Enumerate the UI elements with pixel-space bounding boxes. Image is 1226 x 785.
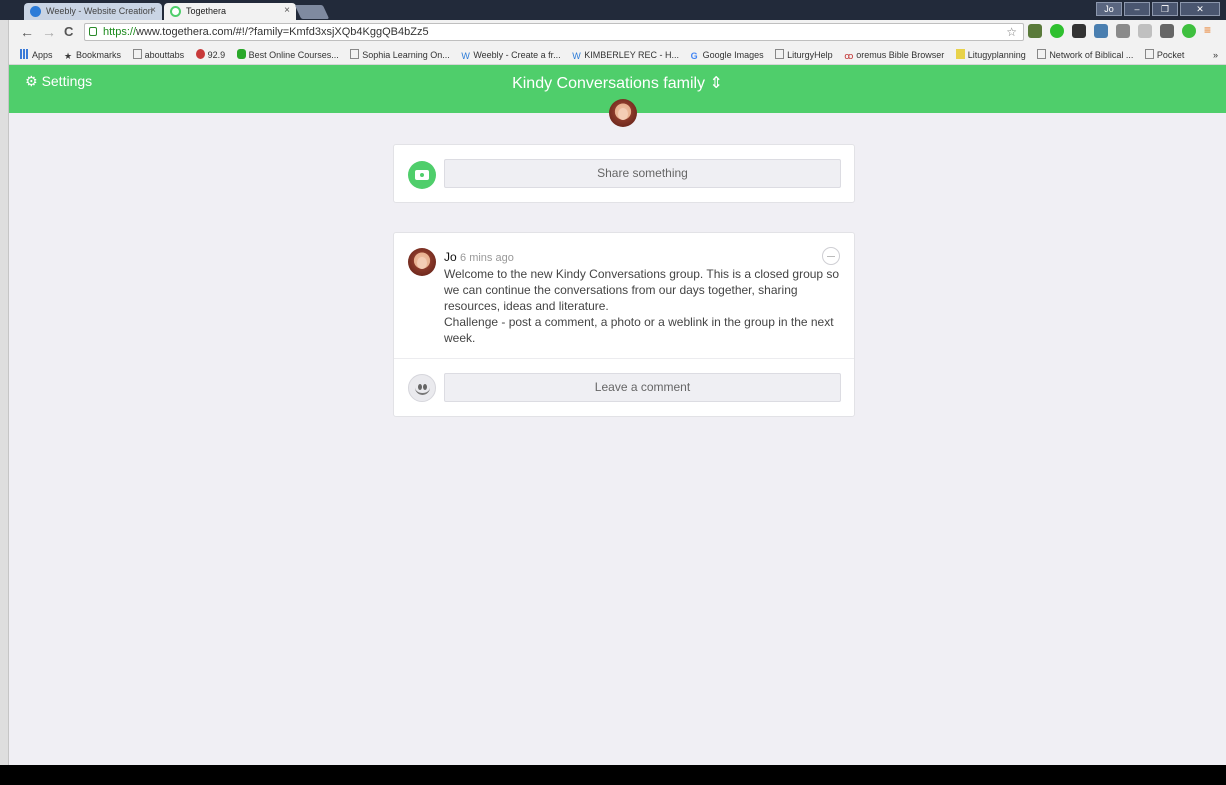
extension-icon[interactable] bbox=[1072, 24, 1086, 38]
bookmark-pocket[interactable]: Pocket bbox=[1144, 46, 1184, 64]
new-tab-button[interactable] bbox=[294, 5, 330, 19]
smiley-icon bbox=[408, 374, 436, 402]
bookmark-sophia[interactable]: Sophia Learning On... bbox=[350, 46, 450, 64]
bookmark-abouttabs[interactable]: abouttabs bbox=[132, 46, 184, 64]
bookmark-litugyplanning[interactable]: Litugyplanning bbox=[955, 46, 1026, 64]
weebly-favicon-icon bbox=[30, 6, 41, 17]
post-content: Jo 6 mins ago Welcome to the new Kindy C… bbox=[444, 249, 844, 346]
post-timestamp: 6 mins ago bbox=[460, 252, 514, 264]
share-composer: Share something bbox=[393, 144, 855, 203]
post-options-button[interactable] bbox=[822, 247, 840, 265]
family-selector[interactable]: Kindy Conversations family ⇕ bbox=[9, 73, 1226, 93]
share-input[interactable]: Share something bbox=[444, 159, 841, 188]
back-button[interactable]: ← bbox=[20, 24, 34, 40]
bookmark-online-courses[interactable]: Best Online Courses... bbox=[236, 46, 339, 64]
url-scheme: https:// bbox=[103, 26, 137, 38]
comment-input[interactable]: Leave a comment bbox=[444, 373, 841, 402]
bookmark-929[interactable]: 92.9 bbox=[195, 46, 225, 64]
bookmark-bookmarks[interactable]: ★ Bookmarks bbox=[64, 46, 121, 64]
avatar[interactable] bbox=[609, 99, 637, 127]
browser-tab-strip: Weebly - Website Creation × Togethera × … bbox=[0, 0, 1226, 20]
maximize-button[interactable]: ❐ bbox=[1152, 2, 1178, 16]
url-text: www.togethera.com/#!/?family=Kmfd3xsjXQb… bbox=[136, 26, 429, 38]
tab-weebly[interactable]: Weebly - Website Creation × bbox=[24, 3, 162, 20]
bookmark-apps[interactable]: Apps bbox=[20, 46, 53, 64]
taskbar bbox=[0, 765, 1226, 785]
forward-button[interactable]: → bbox=[42, 24, 56, 40]
tab-title: Togethera bbox=[186, 6, 227, 16]
close-window-button[interactable]: ✕ bbox=[1180, 2, 1220, 16]
reload-button[interactable]: C bbox=[64, 24, 73, 39]
avatar[interactable] bbox=[408, 248, 436, 276]
left-side-panel bbox=[0, 20, 9, 765]
extension-icon[interactable] bbox=[1138, 24, 1152, 38]
bookmarks-bar: Apps ★ Bookmarks abouttabs 92.9 Best Onli… bbox=[0, 46, 1226, 65]
extension-icon[interactable] bbox=[1094, 24, 1108, 38]
bookmarks-overflow-button[interactable]: » bbox=[1213, 46, 1218, 64]
bookmark-kimberley[interactable]: W KIMBERLEY REC - H... bbox=[572, 46, 679, 64]
bookmark-google-images[interactable]: G Google Images bbox=[691, 46, 764, 64]
profile-button[interactable]: Jo bbox=[1096, 2, 1122, 16]
extension-icon[interactable] bbox=[1028, 24, 1042, 38]
address-bar[interactable]: https://www.togethera.com/#!/?family=Kmf… bbox=[84, 23, 1024, 41]
bookmark-liturgyhelp[interactable]: LiturgyHelp bbox=[775, 46, 833, 64]
camera-icon[interactable] bbox=[408, 161, 436, 189]
extension-icon[interactable] bbox=[1050, 24, 1064, 38]
app-header: ⚙ Settings Kindy Conversations family ⇕ bbox=[9, 65, 1226, 127]
bookmark-weebly[interactable]: W Weebly - Create a fr... bbox=[461, 46, 560, 64]
bookmark-star-icon[interactable]: ☆ bbox=[1006, 24, 1017, 40]
extension-icon[interactable] bbox=[1116, 24, 1130, 38]
togethera-favicon-icon bbox=[170, 6, 181, 17]
divider bbox=[394, 358, 854, 359]
minimize-button[interactable]: – bbox=[1124, 2, 1150, 16]
bookmark-network-biblical[interactable]: Network of Biblical ... bbox=[1037, 46, 1133, 64]
post-text: Challenge - post a comment, a photo or a… bbox=[444, 315, 834, 345]
menu-icon[interactable]: ≡ bbox=[1204, 24, 1218, 38]
extension-icons: ≡ bbox=[1028, 24, 1218, 38]
tab-close-icon[interactable]: × bbox=[284, 3, 290, 19]
post-author[interactable]: Jo bbox=[444, 250, 457, 264]
browser-toolbar: ← → C https://www.togethera.com/#!/?fami… bbox=[0, 20, 1226, 46]
tab-close-icon[interactable]: × bbox=[150, 3, 156, 19]
post-card: Jo 6 mins ago Welcome to the new Kindy C… bbox=[393, 232, 855, 417]
bookmark-oremus[interactable]: ꝏ oremus Bible Browser bbox=[844, 46, 944, 64]
lock-icon bbox=[89, 27, 97, 36]
extension-icon[interactable] bbox=[1182, 24, 1196, 38]
post-text: Welcome to the new Kindy Conversations g… bbox=[444, 267, 840, 313]
tab-togethera[interactable]: Togethera × bbox=[164, 3, 296, 20]
window-controls: Jo – ❐ ✕ bbox=[1096, 2, 1220, 16]
extension-icon[interactable] bbox=[1160, 24, 1174, 38]
tab-title: Weebly - Website Creation bbox=[46, 6, 153, 16]
